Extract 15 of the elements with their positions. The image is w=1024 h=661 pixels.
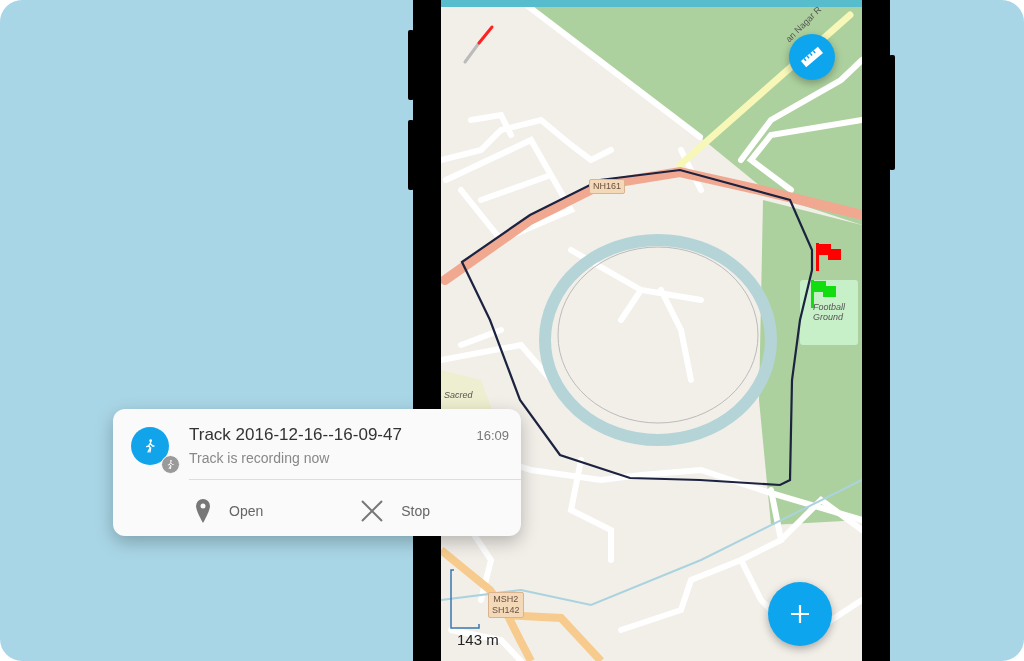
plus-icon <box>790 604 810 624</box>
notification-time: 16:09 <box>476 428 509 443</box>
place-label: Sacred <box>444 391 473 401</box>
stop-action[interactable]: Stop <box>355 495 437 527</box>
notification-title: Track 2016-12-16--16-09-47 <box>189 425 402 445</box>
open-action[interactable]: Open <box>189 495 270 527</box>
close-icon <box>361 500 384 522</box>
route-shield: MSH2 SH142 <box>488 592 524 618</box>
scale-label: 143 m <box>457 632 499 649</box>
notification-text: Track is recording now <box>189 450 330 466</box>
add-button[interactable] <box>768 582 832 646</box>
park-label: Football Ground <box>813 303 847 323</box>
walker-icon <box>165 459 176 470</box>
road-shield: NH161 <box>589 179 625 194</box>
pin-icon <box>195 499 211 523</box>
